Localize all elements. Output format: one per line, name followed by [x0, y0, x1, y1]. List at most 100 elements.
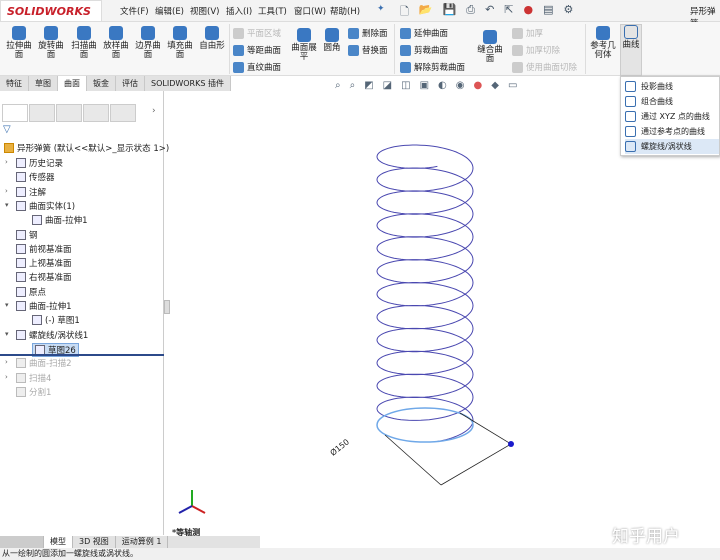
expand-arrow-icon[interactable]: ▾ [5, 201, 9, 209]
undo-icon[interactable]: ↶ [485, 3, 494, 22]
feature-manager-tab[interactable] [2, 104, 28, 122]
thicken-button[interactable]: 加厚 [512, 27, 543, 39]
tree-item-annotations[interactable]: 注解 [16, 186, 46, 198]
trim-surface-button[interactable]: 剪裁曲面 [400, 44, 448, 56]
save-icon[interactable]: 💾 [443, 3, 457, 22]
tree-item-sensors[interactable]: 传感器 [16, 171, 55, 183]
property-manager-tab[interactable] [29, 104, 55, 122]
tab-evaluate[interactable]: 评估 [116, 76, 145, 91]
tree-item-history[interactable]: 历史记录 [16, 157, 63, 169]
surface-flatten-button[interactable]: 曲面展平 [290, 28, 318, 62]
knit-surface-button[interactable]: 缝合曲面 [477, 30, 503, 64]
delete-face-button[interactable]: 删除面 [348, 27, 388, 39]
tab-sketch[interactable]: 草图 [29, 76, 58, 91]
expand-arrow-icon[interactable]: › [5, 373, 8, 381]
extend-surface-button[interactable]: 延伸曲面 [400, 27, 448, 39]
planar-surface-button[interactable]: 平面区域 [233, 27, 281, 39]
offset-surface-button[interactable]: 等距曲面 [233, 44, 281, 56]
tree-item-helix-spiral1[interactable]: 螺旋线/涡状线1 [16, 329, 88, 341]
options-gear-icon[interactable]: ⚙ [564, 3, 574, 22]
helix-curve[interactable] [376, 144, 474, 442]
divider [394, 24, 395, 74]
tab-3d-views[interactable]: 3D 视图 [73, 536, 116, 548]
expand-arrow-icon[interactable]: › [5, 158, 8, 166]
solidworks-logo[interactable]: SOLIDWORKS [0, 0, 102, 22]
menu-file[interactable]: 文件(F) [120, 5, 149, 17]
menu-view[interactable]: 视图(V) [190, 5, 219, 17]
zoom-fit-icon[interactable]: ⌕ [335, 80, 341, 91]
boundary-surface-button[interactable]: 边界曲面 [133, 26, 163, 60]
tab-motion-study[interactable]: 运动算例 1 [116, 536, 169, 548]
pin-icon[interactable]: ✦ [377, 4, 385, 14]
loft-surface-button[interactable]: 放样曲面 [101, 26, 131, 60]
projected-curve-item[interactable]: 投影曲线 [625, 79, 719, 94]
zoom-area-icon[interactable]: ⌕ [350, 80, 356, 91]
scene-icon[interactable]: ◆ [491, 80, 499, 91]
appearance-icon[interactable]: ● [474, 80, 483, 91]
tab-surfaces[interactable]: 曲面 [58, 76, 87, 91]
configuration-manager-tab[interactable] [56, 104, 82, 122]
thicken-cut-button[interactable]: 加厚切除 [512, 44, 560, 56]
view-orientation-icon[interactable]: ▣ [420, 80, 429, 91]
menu-insert[interactable]: 插入(I) [226, 5, 252, 17]
tree-item-surface-extrude1-body[interactable]: 曲面-拉伸1 [32, 214, 87, 226]
previous-view-icon[interactable]: ◩ [364, 80, 373, 91]
tree-item-surface-sweep2[interactable]: 曲面-扫描2 [16, 357, 71, 369]
fill-surface-button[interactable]: 填充曲面 [165, 26, 195, 60]
tree-item-surface-extrude1[interactable]: 曲面-拉伸1 [16, 300, 71, 312]
tree-item-right-plane[interactable]: 右视基准面 [16, 271, 72, 283]
untrim-surface-button[interactable]: 解除剪裁曲面 [400, 61, 465, 73]
file-properties-icon[interactable]: ▤ [543, 3, 553, 22]
tree-item-surface-bodies[interactable]: 曲面实体(1) [16, 200, 75, 212]
revolve-surface-button[interactable]: 旋转曲面 [36, 26, 66, 60]
hide-show-icon[interactable]: ◉ [456, 80, 465, 91]
rollback-bar[interactable] [0, 354, 164, 356]
tab-sheet-metal[interactable]: 钣金 [87, 76, 116, 91]
fillet-button[interactable]: 圆角 [320, 28, 344, 53]
tree-item-split1[interactable]: 分割1 [16, 386, 51, 398]
expand-arrow-icon[interactable]: ▾ [5, 330, 9, 338]
dimxpert-tab[interactable] [83, 104, 109, 122]
dynamic-annotation-icon[interactable]: ◫ [401, 80, 410, 91]
sweep-surface-button[interactable]: 扫描曲面 [69, 26, 99, 60]
replace-face-button[interactable]: 替换面 [348, 44, 388, 56]
view-settings-icon[interactable]: ▭ [508, 80, 517, 91]
filter-icon[interactable]: ▽ [3, 124, 11, 135]
tab-addins[interactable]: SOLIDWORKS 插件 [145, 76, 231, 91]
display-manager-tab[interactable] [110, 104, 136, 122]
print-icon[interactable]: ⎙ [466, 3, 475, 22]
ruled-surface-button[interactable]: 直纹曲面 [233, 61, 281, 73]
panel-expand-arrow-icon[interactable]: › [152, 106, 156, 116]
dimension-handle[interactable] [508, 441, 514, 447]
menu-edit[interactable]: 编辑(E) [155, 5, 184, 17]
menu-help[interactable]: 帮助(H) [330, 5, 360, 17]
tree-item-top-plane[interactable]: 上视基准面 [16, 257, 72, 269]
tab-model[interactable]: 模型 [44, 536, 73, 548]
tree-item-origin[interactable]: 原点 [16, 286, 46, 298]
expand-arrow-icon[interactable]: › [5, 187, 8, 195]
tree-item-front-plane[interactable]: 前视基准面 [16, 243, 72, 255]
section-view-icon[interactable]: ◪ [383, 80, 392, 91]
display-style-icon[interactable]: ◐ [438, 80, 447, 91]
menu-window[interactable]: 窗口(W) [294, 5, 326, 17]
open-icon[interactable]: 📂 [419, 3, 433, 22]
extrude-surface-button[interactable]: 拉伸曲面 [4, 26, 34, 60]
menu-tools[interactable]: 工具(T) [258, 5, 287, 17]
tree-item-sweep4[interactable]: 扫描4 [16, 372, 51, 384]
cut-with-surface-button[interactable]: 使用曲面切除 [512, 61, 577, 73]
tree-item-sketch1[interactable]: (-) 草图1 [32, 314, 80, 326]
reference-geometry-button[interactable]: 参考几何体 [590, 26, 616, 60]
tab-features[interactable]: 特征 [0, 76, 29, 91]
base-circle-sketch[interactable] [376, 407, 474, 443]
tree-item-material[interactable]: 钢 [16, 229, 38, 241]
tab-scroll-arrows[interactable] [0, 536, 44, 548]
select-icon[interactable]: ⇱ [504, 3, 513, 22]
expand-arrow-icon[interactable]: › [5, 358, 8, 366]
new-icon[interactable]: 🗋 [400, 3, 409, 22]
expand-arrow-icon[interactable]: ▾ [5, 301, 9, 309]
curves-button[interactable]: 曲线 [620, 24, 642, 76]
graphics-viewport[interactable] [170, 95, 720, 535]
tree-root[interactable]: 异形弹簧 (默认<<默认>_显示状态 1>) [4, 142, 169, 154]
rebuild-icon[interactable]: ● [524, 3, 534, 22]
freeform-button[interactable]: 自由形 [197, 26, 227, 51]
